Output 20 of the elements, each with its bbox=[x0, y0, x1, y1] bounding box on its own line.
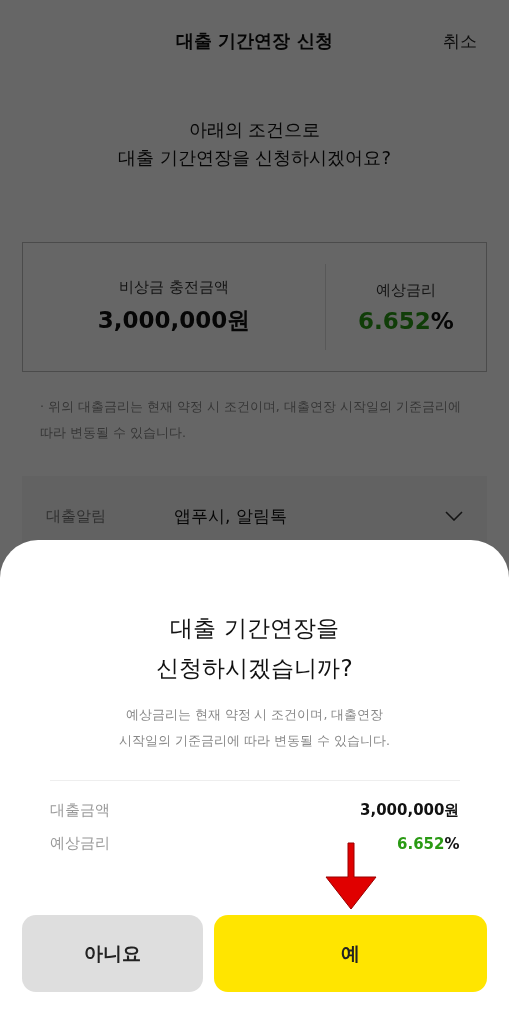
summary-value: 6.652% bbox=[358, 307, 454, 334]
dialog-description: 예상금리는 현재 약정 시 조건이며, 대출연장 bbox=[125, 706, 384, 724]
summary-value: 3,000,000원 bbox=[97, 306, 251, 335]
notice-value: 앱푸시, 알림톡 bbox=[174, 504, 288, 528]
decline-button[interactable]: 아니요 bbox=[22, 915, 203, 992]
dialog-title: 신청하시겠습니까? bbox=[156, 654, 353, 683]
detail-label: 대출금액 bbox=[49, 801, 110, 820]
detail-value: 6.652% bbox=[397, 834, 460, 853]
dialog-title: 대출 기간연장을 bbox=[170, 614, 339, 643]
question-text: 아래의 조건으로 bbox=[188, 118, 321, 142]
page-title: 대출 기간연장 신청 bbox=[176, 29, 333, 53]
dialog-description: 시작일의 기준금리에 따라 변동될 수 있습니다. bbox=[119, 732, 390, 750]
arrow-down-icon bbox=[325, 842, 377, 910]
summary-label: 예상금리 bbox=[376, 280, 436, 300]
confirm-button[interactable]: 예 bbox=[214, 915, 487, 992]
detail-value: 3,000,000원 bbox=[360, 801, 460, 820]
summary-label: 비상금 충전금액 bbox=[119, 278, 229, 297]
detail-label: 예상금리 bbox=[49, 834, 110, 853]
chevron-down-icon bbox=[445, 511, 463, 521]
question-text: 대출 기간연장을 신청하시겠어요? bbox=[118, 146, 391, 170]
